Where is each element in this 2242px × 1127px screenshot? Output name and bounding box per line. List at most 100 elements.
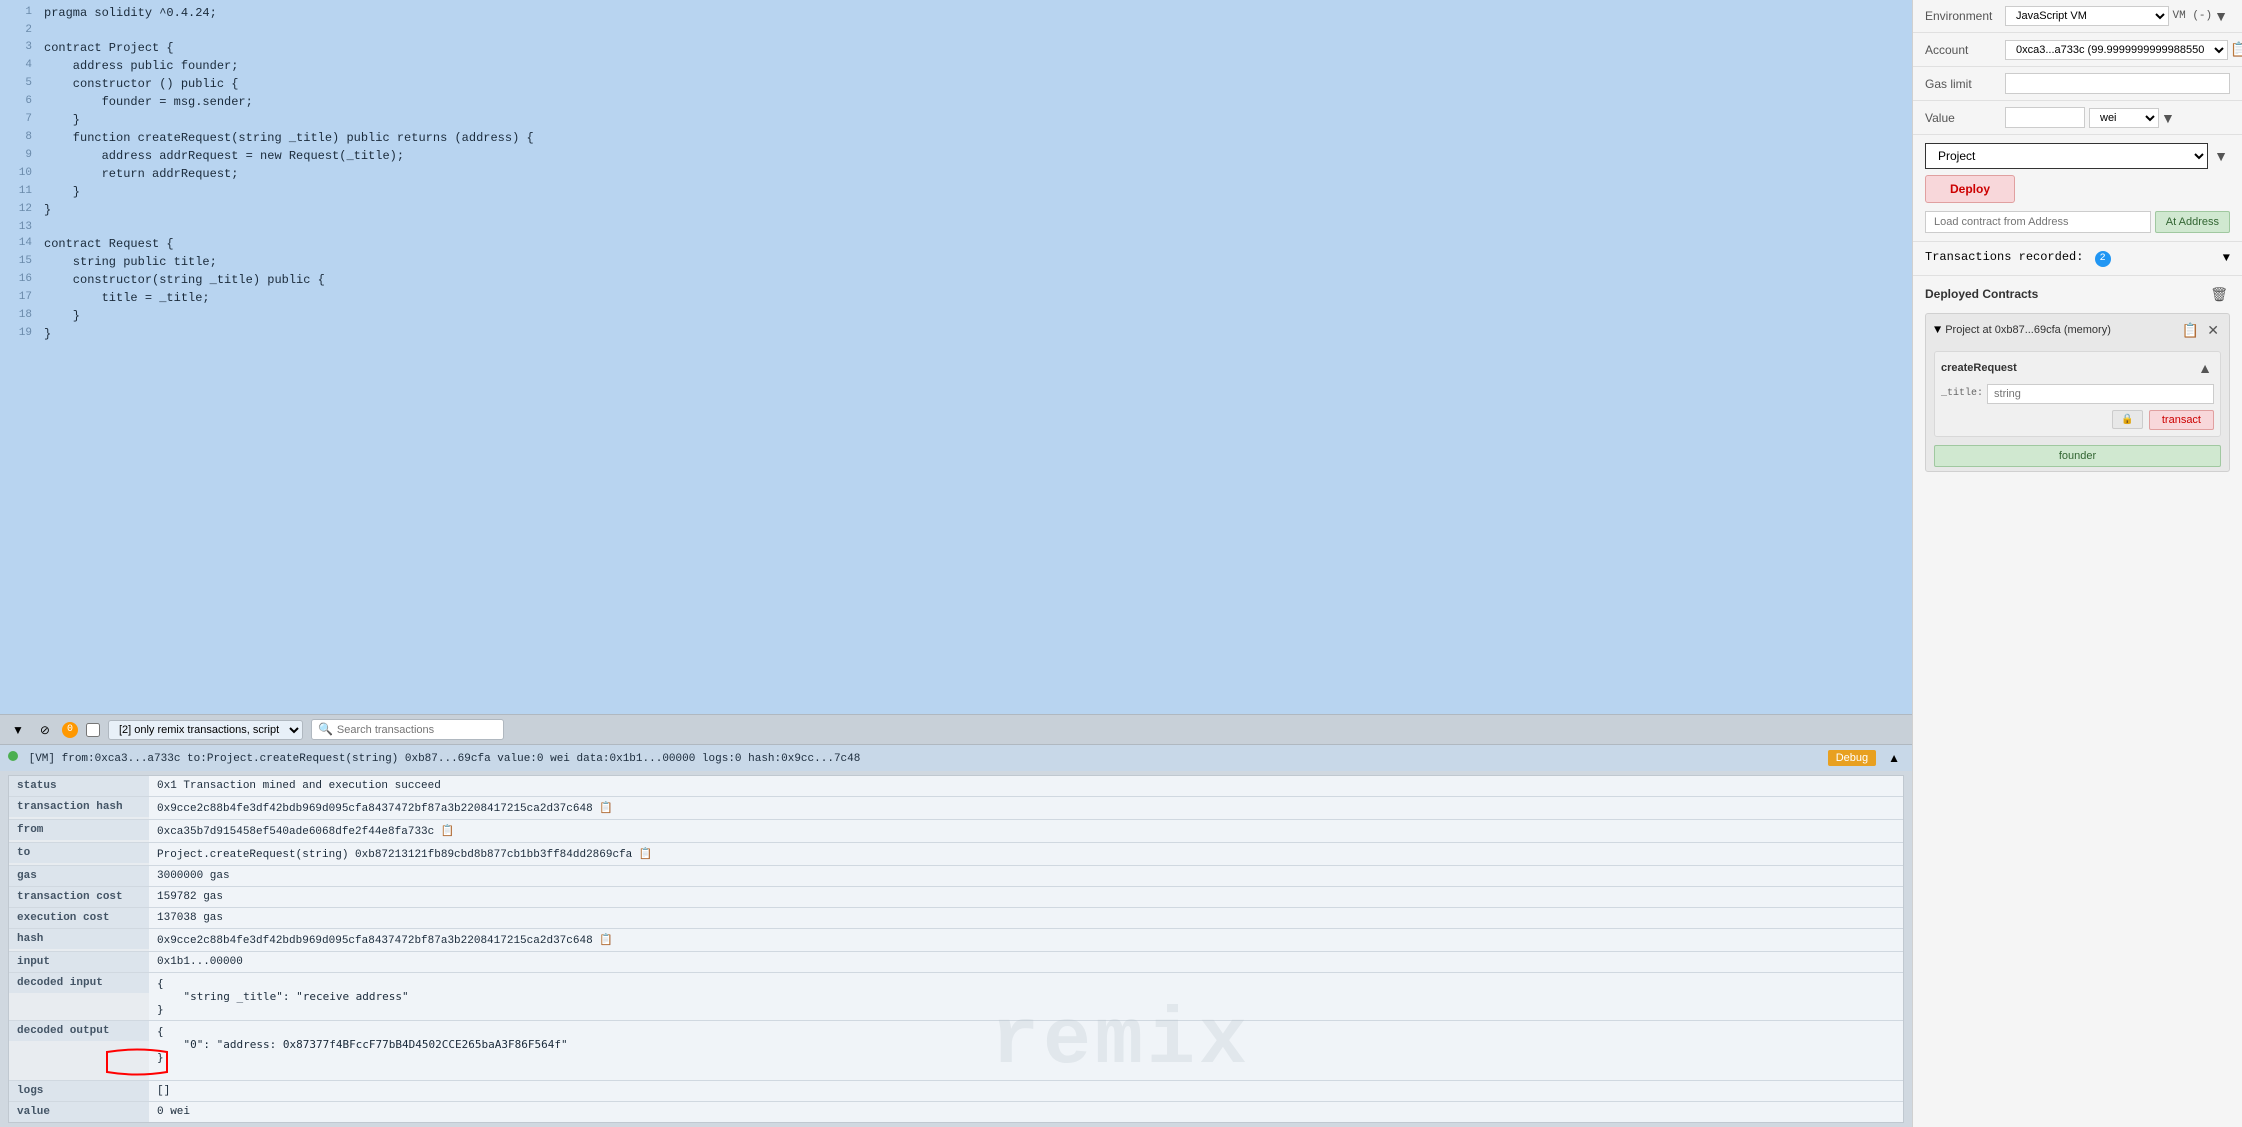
- filter-select[interactable]: [2] only remix transactions, script: [108, 720, 303, 740]
- tx-recorded-label: Transactions recorded: 2: [1925, 250, 2111, 267]
- transact-button[interactable]: transact: [2149, 410, 2214, 430]
- line-number: 14: [8, 235, 32, 252]
- method-header: createRequest ▲: [1941, 358, 2214, 378]
- line-number: 12: [8, 201, 32, 218]
- code-text: }: [44, 325, 51, 343]
- tx-row-value: { "0": "address: 0x87377f4BFccF77bB4D450…: [149, 1021, 1903, 1080]
- gas-limit-label: Gas limit: [1925, 77, 2005, 91]
- code-editor[interactable]: 1pragma solidity ^0.4.24;23contract Proj…: [0, 0, 1912, 714]
- code-line: 11 }: [0, 183, 1912, 201]
- line-number: 3: [8, 39, 32, 56]
- clear-btn[interactable]: ⊘: [36, 721, 54, 739]
- contract-header[interactable]: ▼ Project at 0xb87...69cfa (memory) 📋 ✕: [1926, 314, 2229, 347]
- chevron-down-icon: ▼: [2223, 251, 2230, 265]
- value-input[interactable]: 0: [2005, 107, 2085, 128]
- gas-limit-input[interactable]: 3000000: [2005, 73, 2230, 94]
- green-dot: [8, 751, 18, 761]
- tx-row-value: 0x1b1...00000: [149, 952, 1903, 972]
- contract-instance-label: Project at 0xb87...69cfa (memory): [1945, 324, 2176, 336]
- table-row: decoded input{ "string _title": "receive…: [9, 973, 1903, 1021]
- environment-select[interactable]: JavaScript VM: [2005, 6, 2169, 26]
- code-text: address addrRequest = new Request(_title…: [44, 147, 404, 165]
- tx-row-label: hash: [9, 929, 149, 949]
- code-line: 12}: [0, 201, 1912, 219]
- tx-row-value: 0x9cce2c88b4fe3df42bdb969d095cfa8437472b…: [149, 929, 1903, 951]
- code-line: 15 string public title;: [0, 253, 1912, 271]
- table-row: hash0x9cce2c88b4fe3df42bdb969d095cfa8437…: [9, 929, 1903, 952]
- trash-icon[interactable]: 🗑: [2208, 284, 2230, 305]
- tx-row-label: decoded output: [9, 1021, 149, 1041]
- contract-select[interactable]: Project: [1925, 143, 2208, 169]
- search-input[interactable]: [337, 724, 497, 736]
- table-row: transaction hash0x9cce2c88b4fe3df42bdb96…: [9, 797, 1903, 820]
- line-number: 17: [8, 289, 32, 306]
- tx-row-value: 0xca35b7d915458ef540ade6068dfe2f44e8fa73…: [149, 820, 1903, 842]
- checkbox[interactable]: [86, 723, 100, 737]
- title-param-input[interactable]: [1987, 384, 2214, 404]
- code-text: title = _title;: [44, 289, 210, 307]
- search-wrapper: 🔍: [311, 719, 504, 740]
- copy-icon[interactable]: 📋: [593, 803, 613, 815]
- copy-icon[interactable]: 📋: [434, 826, 454, 838]
- code-text: address public founder;: [44, 57, 238, 75]
- table-row: decoded output{ "0": "address: 0x87377f4…: [9, 1021, 1903, 1081]
- load-address-row: At Address: [1925, 211, 2230, 233]
- deployed-section: Deployed Contracts 🗑 ▼ Project at 0xb87.…: [1913, 276, 2242, 1127]
- value-dropdown[interactable]: ▼: [2159, 108, 2177, 128]
- tx-row-label: to: [9, 843, 149, 863]
- table-row: from0xca35b7d915458ef540ade6068dfe2f44e8…: [9, 820, 1903, 843]
- account-select[interactable]: 0xca3...a733c (99.9999999999988550: [2005, 40, 2228, 60]
- at-address-button[interactable]: At Address: [2155, 211, 2230, 233]
- copy-icon[interactable]: 📋: [632, 849, 652, 861]
- code-line: 2: [0, 22, 1912, 39]
- method-actions: 🔒 transact: [1941, 410, 2214, 430]
- contract-instance: ▼ Project at 0xb87...69cfa (memory) 📋 ✕ …: [1925, 313, 2230, 472]
- tx-row-label: transaction cost: [9, 887, 149, 907]
- table-row: value0 wei: [9, 1102, 1903, 1122]
- value-row: Value 0 wei ▼: [1913, 101, 2242, 135]
- tx-row-value: 0x1 Transaction mined and execution succ…: [149, 776, 1903, 796]
- copy-account-btn[interactable]: 📋: [2228, 39, 2242, 60]
- tx-row-label: status: [9, 776, 149, 796]
- tx-recorded-section: Transactions recorded: 2 ▼: [1913, 242, 2242, 276]
- collapse-btn[interactable]: ▼: [8, 721, 28, 739]
- load-address-input[interactable]: [1925, 211, 2151, 233]
- table-row: input0x1b1...00000: [9, 952, 1903, 973]
- code-text: }: [44, 111, 80, 129]
- value-label: Value: [1925, 111, 2005, 125]
- code-line: 5 constructor () public {: [0, 75, 1912, 93]
- line-number: 6: [8, 93, 32, 110]
- code-text: founder = msg.sender;: [44, 93, 253, 111]
- value-unit-select[interactable]: wei: [2089, 108, 2159, 128]
- code-line: 6 founder = msg.sender;: [0, 93, 1912, 111]
- copy-icon[interactable]: 📋: [593, 935, 613, 947]
- copy-contract-btn[interactable]: 📋: [2180, 320, 2201, 341]
- tx-row-value: 3000000 gas: [149, 866, 1903, 886]
- debug-button[interactable]: Debug: [1828, 750, 1876, 766]
- encode-button[interactable]: 🔒: [2112, 410, 2142, 429]
- line-number: 15: [8, 253, 32, 270]
- tx-row-label: value: [9, 1102, 149, 1122]
- contract-select-row: Project ▼: [1925, 143, 2230, 169]
- line-number: 19: [8, 325, 32, 342]
- line-number: 1: [8, 4, 32, 21]
- founder-button[interactable]: founder: [1934, 445, 2221, 467]
- deployed-header: Deployed Contracts 🗑: [1925, 284, 2230, 305]
- tx-recorded-header[interactable]: Transactions recorded: 2 ▼: [1925, 250, 2230, 267]
- tx-detail-table: status0x1 Transaction mined and executio…: [8, 775, 1904, 1123]
- tx-row-value: 137038 gas: [149, 908, 1903, 928]
- tx-row-value: Project.createRequest(string) 0xb8721312…: [149, 843, 1903, 865]
- expand-btn[interactable]: ▲: [1884, 749, 1904, 767]
- method-input-row: _title:: [1941, 384, 2214, 404]
- contract-dropdown[interactable]: ▼: [2212, 146, 2230, 166]
- close-contract-btn[interactable]: ✕: [2205, 320, 2221, 341]
- line-number: 4: [8, 57, 32, 74]
- code-text: pragma solidity ^0.4.24;: [44, 4, 217, 22]
- method-expand-icon[interactable]: ▲: [2196, 358, 2214, 378]
- env-label: Environment: [1925, 9, 2005, 23]
- vm-dropdown[interactable]: ▼: [2212, 6, 2230, 26]
- account-row: Account 0xca3...a733c (99.99999999999885…: [1913, 33, 2242, 67]
- tx-count-badge: 2: [2095, 251, 2111, 267]
- deploy-button[interactable]: Deploy: [1925, 175, 2015, 203]
- account-label: Account: [1925, 43, 2005, 57]
